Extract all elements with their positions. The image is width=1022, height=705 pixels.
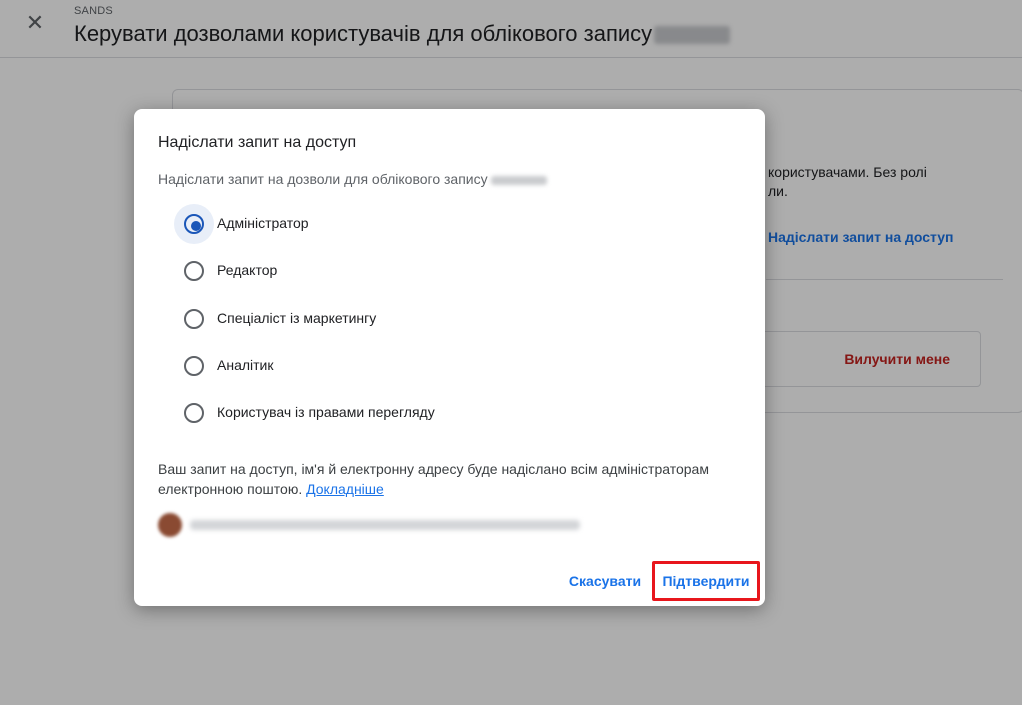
- role-option-label: Спеціаліст із маркетингу: [217, 310, 377, 326]
- request-access-dialog: Надіслати запит на доступ Надіслати запи…: [134, 109, 765, 606]
- radio-button[interactable]: [184, 214, 204, 234]
- learn-more-link[interactable]: Докладніше: [306, 481, 384, 497]
- radio-dot: [191, 221, 201, 231]
- role-option-viewer[interactable]: Користувач із правами перегляду: [174, 393, 474, 433]
- redacted-account-name: [490, 175, 547, 185]
- radio-button[interactable]: [184, 403, 204, 423]
- confirm-button[interactable]: Підтвердити: [652, 561, 760, 601]
- avatar: [158, 513, 182, 537]
- role-option-label: Аналітик: [217, 357, 274, 373]
- info-text: Ваш запит на доступ, ім'я й електронну а…: [158, 461, 709, 497]
- role-option-admin[interactable]: Адміністратор: [174, 204, 474, 244]
- radio-button[interactable]: [184, 261, 204, 281]
- request-info-text: Ваш запит на доступ, ім'я й електронну а…: [158, 459, 748, 499]
- cancel-button[interactable]: Скасувати: [566, 561, 644, 601]
- role-option-editor[interactable]: Редактор: [174, 251, 474, 291]
- requesting-user: [158, 511, 618, 539]
- radio-button[interactable]: [184, 356, 204, 376]
- dialog-subtitle-text: Надіслати запит на дозволи для обліковог…: [158, 171, 488, 187]
- dialog-subtitle: Надіслати запит на дозволи для обліковог…: [158, 171, 547, 187]
- role-option-label: Користувач із правами перегляду: [217, 404, 435, 420]
- role-option-marketer[interactable]: Спеціаліст із маркетингу: [174, 299, 474, 339]
- dialog-title: Надіслати запит на доступ: [158, 134, 357, 151]
- role-option-label: Редактор: [217, 262, 278, 278]
- radio-button[interactable]: [184, 309, 204, 329]
- redacted-user-email: [190, 520, 580, 530]
- role-option-label: Адміністратор: [217, 215, 309, 231]
- role-option-analyst[interactable]: Аналітик: [174, 346, 474, 386]
